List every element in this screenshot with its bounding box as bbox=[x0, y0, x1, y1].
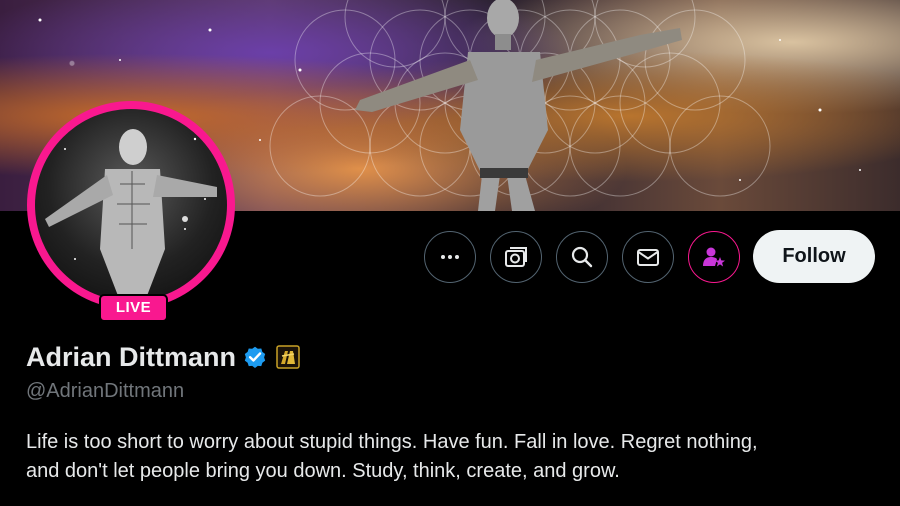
subscribe-icon bbox=[703, 247, 725, 267]
profile-name-row: Adrian Dittmann bbox=[26, 340, 300, 374]
message-icon bbox=[637, 249, 659, 266]
bio-line: and don't let people bring you down. Stu… bbox=[26, 460, 620, 482]
bio-line: Life is too short to worry about stupid … bbox=[26, 431, 758, 453]
grok-button[interactable] bbox=[490, 231, 542, 283]
profile-name: Adrian Dittmann bbox=[26, 341, 237, 372]
more-icon bbox=[441, 255, 459, 259]
verified-badge-icon[interactable] bbox=[242, 344, 268, 370]
subscribe-button[interactable] bbox=[688, 231, 740, 283]
profile-handle: @AdrianDittmann bbox=[26, 380, 185, 402]
avatar[interactable] bbox=[35, 109, 227, 301]
more-button[interactable] bbox=[424, 231, 476, 283]
search-button[interactable] bbox=[556, 231, 608, 283]
grok-icon bbox=[505, 247, 527, 267]
avatar-art bbox=[45, 129, 217, 301]
live-badge[interactable]: LIVE bbox=[99, 294, 168, 322]
profile-bio: Life is too short to worry about stupid … bbox=[26, 428, 886, 486]
affiliate-badge-icon[interactable] bbox=[276, 345, 300, 369]
message-button[interactable] bbox=[622, 231, 674, 283]
follow-button[interactable]: Follow bbox=[753, 230, 875, 283]
search-icon bbox=[571, 246, 593, 268]
